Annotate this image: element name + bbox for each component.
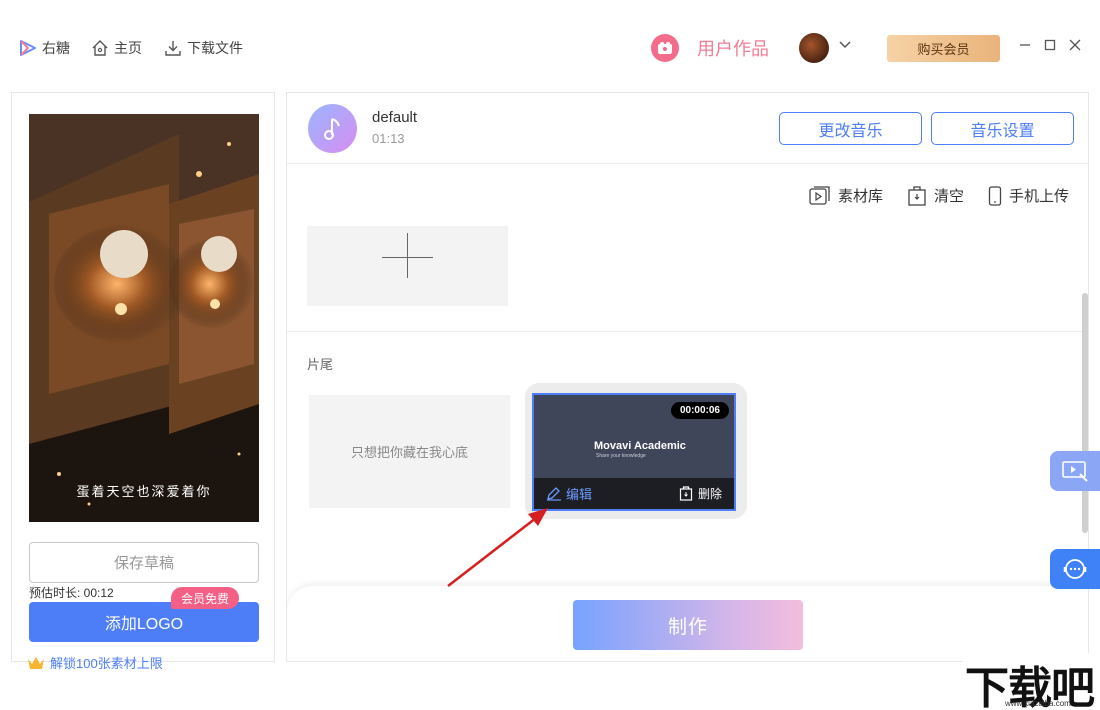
chevron-down-icon[interactable] <box>839 41 851 49</box>
section-divider <box>287 331 1088 332</box>
user-works-button[interactable]: 用户作品 <box>651 34 769 62</box>
video-preview[interactable]: 蛋着天空也深爱着你 <box>29 114 259 522</box>
app-logo-nav[interactable]: 右糖 <box>19 38 70 58</box>
headset-icon <box>1063 559 1087 579</box>
video-duration-badge: 00:00:06 <box>670 402 729 419</box>
user-works-icon <box>651 34 679 62</box>
video-title: Movavi Academic <box>594 440 686 452</box>
bottom-bar: 制作 <box>287 586 1088 661</box>
music-settings-button[interactable]: 音乐设置 <box>931 112 1074 145</box>
unlock-link[interactable]: 解锁100张素材上限 <box>26 653 163 672</box>
app-logo-icon <box>20 40 36 56</box>
material-library-button[interactable]: 素材库 <box>809 185 883 206</box>
scrollbar[interactable] <box>1082 293 1088 533</box>
delete-label: 删除 <box>697 487 722 501</box>
library-label: 素材库 <box>838 188 884 205</box>
clear-icon <box>908 185 926 206</box>
clear-label: 清空 <box>934 188 965 205</box>
add-material-tile[interactable] <box>307 226 508 306</box>
library-icon <box>809 185 830 205</box>
video-subtitle: Share your knowledge <box>596 453 646 459</box>
nav-home[interactable]: 主页 <box>91 38 142 58</box>
change-music-button[interactable]: 更改音乐 <box>779 112 922 145</box>
vip-free-badge: 会员免费 <box>171 587 240 609</box>
annotation-arrow <box>447 508 548 587</box>
editor-panel: default 01:13 更改音乐 音乐设置 素材库 清空 手机上传 片尾 只… <box>286 92 1089 662</box>
home-icon <box>92 40 108 56</box>
ending-text-tile[interactable]: 只想把你藏在我心底 <box>309 395 510 508</box>
clear-button[interactable]: 清空 <box>907 185 964 206</box>
user-works-label: 用户作品 <box>697 39 769 59</box>
phone-upload-label: 手机上传 <box>1009 188 1070 205</box>
music-name: default <box>372 109 418 126</box>
crown-icon <box>28 656 44 669</box>
minimize-icon[interactable] <box>1018 38 1032 52</box>
maximize-icon[interactable] <box>1043 38 1057 52</box>
watermark-url: www.xiazaiba.com <box>1005 699 1071 708</box>
music-duration: 01:13 <box>372 131 405 146</box>
trash-icon <box>679 486 693 501</box>
support-side-button[interactable] <box>1050 549 1100 589</box>
pencil-icon <box>547 486 561 501</box>
edit-label: 编辑 <box>566 487 593 502</box>
save-draft-button[interactable]: 保存草稿 <box>29 542 259 583</box>
ending-video-card[interactable]: 00:00:06 Movavi Academic Share your know… <box>532 393 736 511</box>
nav-downloads-label: 下载文件 <box>187 40 243 56</box>
video-tutorial-icon <box>1062 461 1088 482</box>
phone-icon <box>988 185 1002 206</box>
close-icon[interactable] <box>1068 38 1082 52</box>
preview-panel: 蛋着天空也深爱着你 保存草稿 预估时长: 00:12 添加LOGO 会员免费 解… <box>11 92 275 671</box>
buy-vip-button[interactable]: 购买会员 <box>887 35 1000 62</box>
delete-button[interactable]: 删除 <box>679 485 722 502</box>
unlock-label: 解锁100张素材上限 <box>50 656 163 671</box>
avatar[interactable] <box>799 33 829 63</box>
estimated-duration: 预估时长: 00:12 <box>29 586 114 600</box>
app-name: 右糖 <box>42 40 70 56</box>
nav-downloads[interactable]: 下载文件 <box>164 38 243 58</box>
make-button[interactable]: 制作 <box>573 600 803 650</box>
preview-caption: 蛋着天空也深爱着你 <box>76 485 212 500</box>
preview-image <box>29 114 259 522</box>
top-bar: 右糖 主页 下载文件 用户作品 购买会员 <box>0 0 1100 92</box>
tutorial-side-button[interactable] <box>1050 451 1100 491</box>
download-icon <box>165 41 181 56</box>
site-watermark: 下载吧 www.xiazaiba.com <box>963 653 1100 710</box>
ending-section-label: 片尾 <box>307 357 334 372</box>
video-action-bar: 编辑 删除 <box>534 478 734 509</box>
music-row: default 01:13 更改音乐 音乐设置 <box>287 93 1088 164</box>
music-note-icon <box>308 104 357 153</box>
phone-upload-button[interactable]: 手机上传 <box>988 185 1069 206</box>
nav-home-label: 主页 <box>114 40 142 56</box>
